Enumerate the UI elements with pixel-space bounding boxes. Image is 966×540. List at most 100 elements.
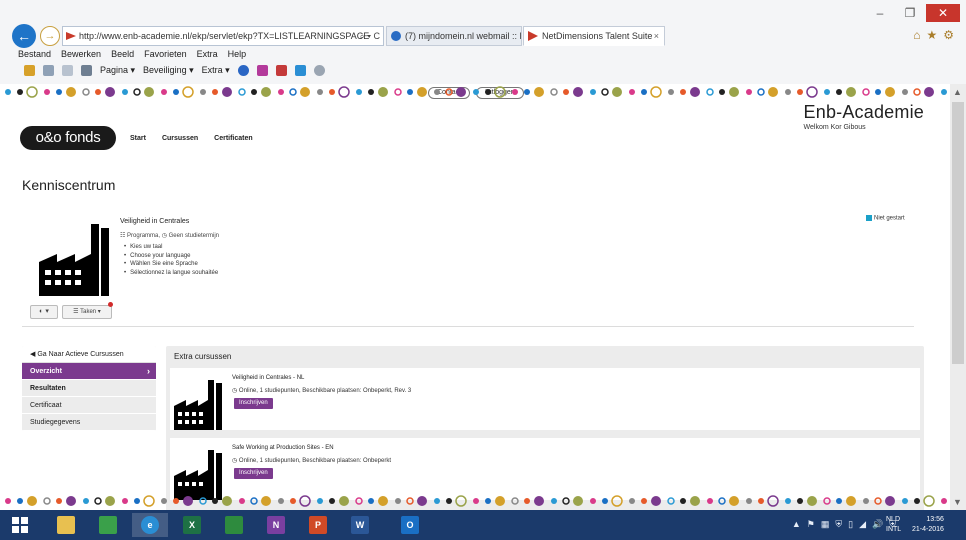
decorative-dot bbox=[212, 89, 218, 95]
minimize-button[interactable]: – bbox=[866, 4, 894, 22]
research-icon[interactable] bbox=[275, 65, 287, 76]
tab-netdimensions[interactable]: NetDimensions Talent Suite × bbox=[523, 26, 665, 46]
course-card-title[interactable]: Safe Working at Production Sites - EN bbox=[232, 445, 334, 451]
language-item[interactable]: Wählen Sie eine Sprache bbox=[124, 260, 218, 269]
decorative-dot bbox=[406, 497, 414, 505]
taskbar-onenote[interactable]: N bbox=[258, 513, 294, 537]
decorative-dot bbox=[239, 498, 245, 504]
sidebar-item-overview[interactable]: Overzicht › bbox=[22, 363, 156, 380]
decorative-dot bbox=[863, 498, 869, 504]
oo-fonds-logo[interactable]: o&o fonds bbox=[20, 126, 116, 150]
decorative-dot bbox=[680, 498, 686, 504]
decorative-dot bbox=[680, 89, 686, 95]
skype-icon[interactable] bbox=[294, 65, 306, 76]
taskbar-word[interactable]: W bbox=[342, 513, 378, 537]
decorative-dot bbox=[651, 496, 661, 506]
factory-icon bbox=[174, 450, 222, 500]
nav-start[interactable]: Start bbox=[130, 135, 146, 142]
menu-edit[interactable]: Bewerken bbox=[61, 49, 101, 59]
address-tools[interactable]: ⌕ ▾ C bbox=[360, 27, 380, 45]
show-hidden-icons-icon[interactable]: ▲ bbox=[792, 519, 801, 530]
tab-label: (7) mijndomein.nl webmail :: P... bbox=[405, 31, 522, 41]
tab-webmail[interactable]: (7) mijndomein.nl webmail :: P... bbox=[386, 26, 522, 46]
back-button[interactable]: ← bbox=[12, 24, 36, 48]
sidebar-item-results[interactable]: Resultaten bbox=[22, 380, 156, 397]
menu-favorites[interactable]: Favorieten bbox=[144, 49, 187, 59]
tasks-dropdown-button[interactable]: ☰ Taken ▾ bbox=[62, 305, 112, 319]
taskbar-store[interactable] bbox=[90, 513, 126, 537]
back-to-active-courses[interactable]: ◀ Ga Naar Actieve Cursussen bbox=[22, 346, 156, 363]
decorative-dot bbox=[44, 89, 50, 95]
favorites-star-icon[interactable]: ★ bbox=[926, 28, 937, 42]
signal-icon[interactable]: ◢ bbox=[859, 519, 866, 530]
decorative-dot bbox=[797, 89, 803, 95]
windows-start-icon[interactable] bbox=[12, 517, 28, 533]
security-menu[interactable]: Beveiliging ▾ bbox=[143, 65, 194, 76]
language-item[interactable]: Kies uw taal bbox=[124, 243, 218, 252]
decorative-dot bbox=[95, 89, 101, 95]
security-tray-icon[interactable]: ⛨ bbox=[835, 519, 842, 530]
taskbar-calculator[interactable] bbox=[216, 513, 252, 537]
home-icon[interactable] bbox=[24, 65, 35, 76]
store-icon bbox=[99, 516, 117, 534]
close-button[interactable]: ✕ bbox=[926, 4, 960, 22]
menu-file[interactable]: Bestand bbox=[18, 49, 51, 59]
decorative-dot bbox=[317, 89, 323, 95]
system-clock[interactable]: 13:56 21-4-2016 bbox=[912, 515, 944, 535]
page-scrollbar[interactable]: ▲ ▼ bbox=[950, 84, 966, 510]
address-bar[interactable]: http://www.enb-academie.nl/ekp/servlet/e… bbox=[62, 26, 384, 46]
tools-menu[interactable]: Extra ▾ bbox=[202, 65, 230, 76]
settings-gear-icon[interactable]: ⚙ bbox=[943, 28, 954, 42]
page-menu[interactable]: Pagina ▾ bbox=[100, 65, 135, 76]
decorative-dot bbox=[668, 89, 674, 95]
decorative-dot bbox=[355, 497, 363, 505]
course-card-title[interactable]: Veiligheid in Centrales - NL bbox=[232, 375, 304, 381]
home-icon[interactable]: ⌂ bbox=[913, 28, 920, 42]
calculator-icon bbox=[225, 516, 243, 534]
info-dropdown-button[interactable]: ◐ ▾ bbox=[30, 305, 58, 319]
decorative-dot bbox=[250, 497, 258, 505]
taskbar-explorer[interactable] bbox=[48, 513, 84, 537]
nav-certificates[interactable]: Certificaten bbox=[214, 135, 253, 142]
tab-label: NetDimensions Talent Suite bbox=[542, 31, 653, 41]
battery-icon[interactable]: ▯ bbox=[848, 519, 853, 530]
maximize-button[interactable]: ❐ bbox=[896, 4, 924, 22]
input-language[interactable]: NLD INTL bbox=[886, 515, 901, 535]
menu-help[interactable]: Help bbox=[228, 49, 247, 59]
sidebar-item-certificate[interactable]: Certificaat bbox=[22, 397, 156, 414]
network-tray-icon[interactable]: ▦ bbox=[821, 519, 830, 530]
addon-icon[interactable] bbox=[256, 65, 268, 76]
taskbar-powerpoint[interactable]: P bbox=[300, 513, 336, 537]
scroll-down-icon[interactable]: ▼ bbox=[953, 497, 962, 507]
sidebar-item-study-data[interactable]: Studiegegevens bbox=[22, 414, 156, 431]
scroll-up-icon[interactable]: ▲ bbox=[953, 87, 962, 97]
decorative-dot bbox=[378, 87, 388, 97]
decorative-dot bbox=[222, 87, 232, 97]
action-center-flag-icon[interactable]: ⚑ bbox=[807, 519, 815, 530]
forward-button[interactable]: → bbox=[40, 26, 60, 46]
settings-icon[interactable] bbox=[313, 65, 325, 76]
taskbar-outlook[interactable]: O bbox=[392, 513, 428, 537]
enroll-button[interactable]: Inschrijven bbox=[234, 398, 273, 409]
scroll-thumb[interactable] bbox=[952, 102, 964, 364]
language-item[interactable]: Choose your language bbox=[124, 252, 218, 261]
decorative-dot bbox=[706, 88, 714, 96]
print-icon[interactable] bbox=[81, 65, 92, 76]
decorative-dot bbox=[667, 497, 675, 505]
nav-courses[interactable]: Cursussen bbox=[162, 135, 198, 142]
decorative-dot bbox=[718, 497, 726, 505]
mail-icon[interactable] bbox=[62, 65, 73, 76]
enroll-button[interactable]: Inschrijven bbox=[234, 468, 273, 479]
language-item[interactable]: Sélectionnez la langue souhaitée bbox=[124, 269, 218, 278]
menu-tools[interactable]: Extra bbox=[197, 49, 218, 59]
help-icon[interactable] bbox=[237, 65, 249, 76]
feeds-icon[interactable] bbox=[43, 65, 54, 76]
decorative-dot bbox=[824, 89, 830, 95]
tab-close-icon[interactable]: × bbox=[654, 27, 659, 45]
decorative-dot bbox=[612, 87, 622, 97]
volume-icon[interactable]: 🔊 bbox=[872, 519, 883, 530]
decorative-dot bbox=[278, 89, 284, 95]
menu-view[interactable]: Beeld bbox=[111, 49, 134, 59]
taskbar-internet-explorer[interactable]: e bbox=[132, 513, 168, 537]
taskbar-excel[interactable]: X bbox=[174, 513, 210, 537]
